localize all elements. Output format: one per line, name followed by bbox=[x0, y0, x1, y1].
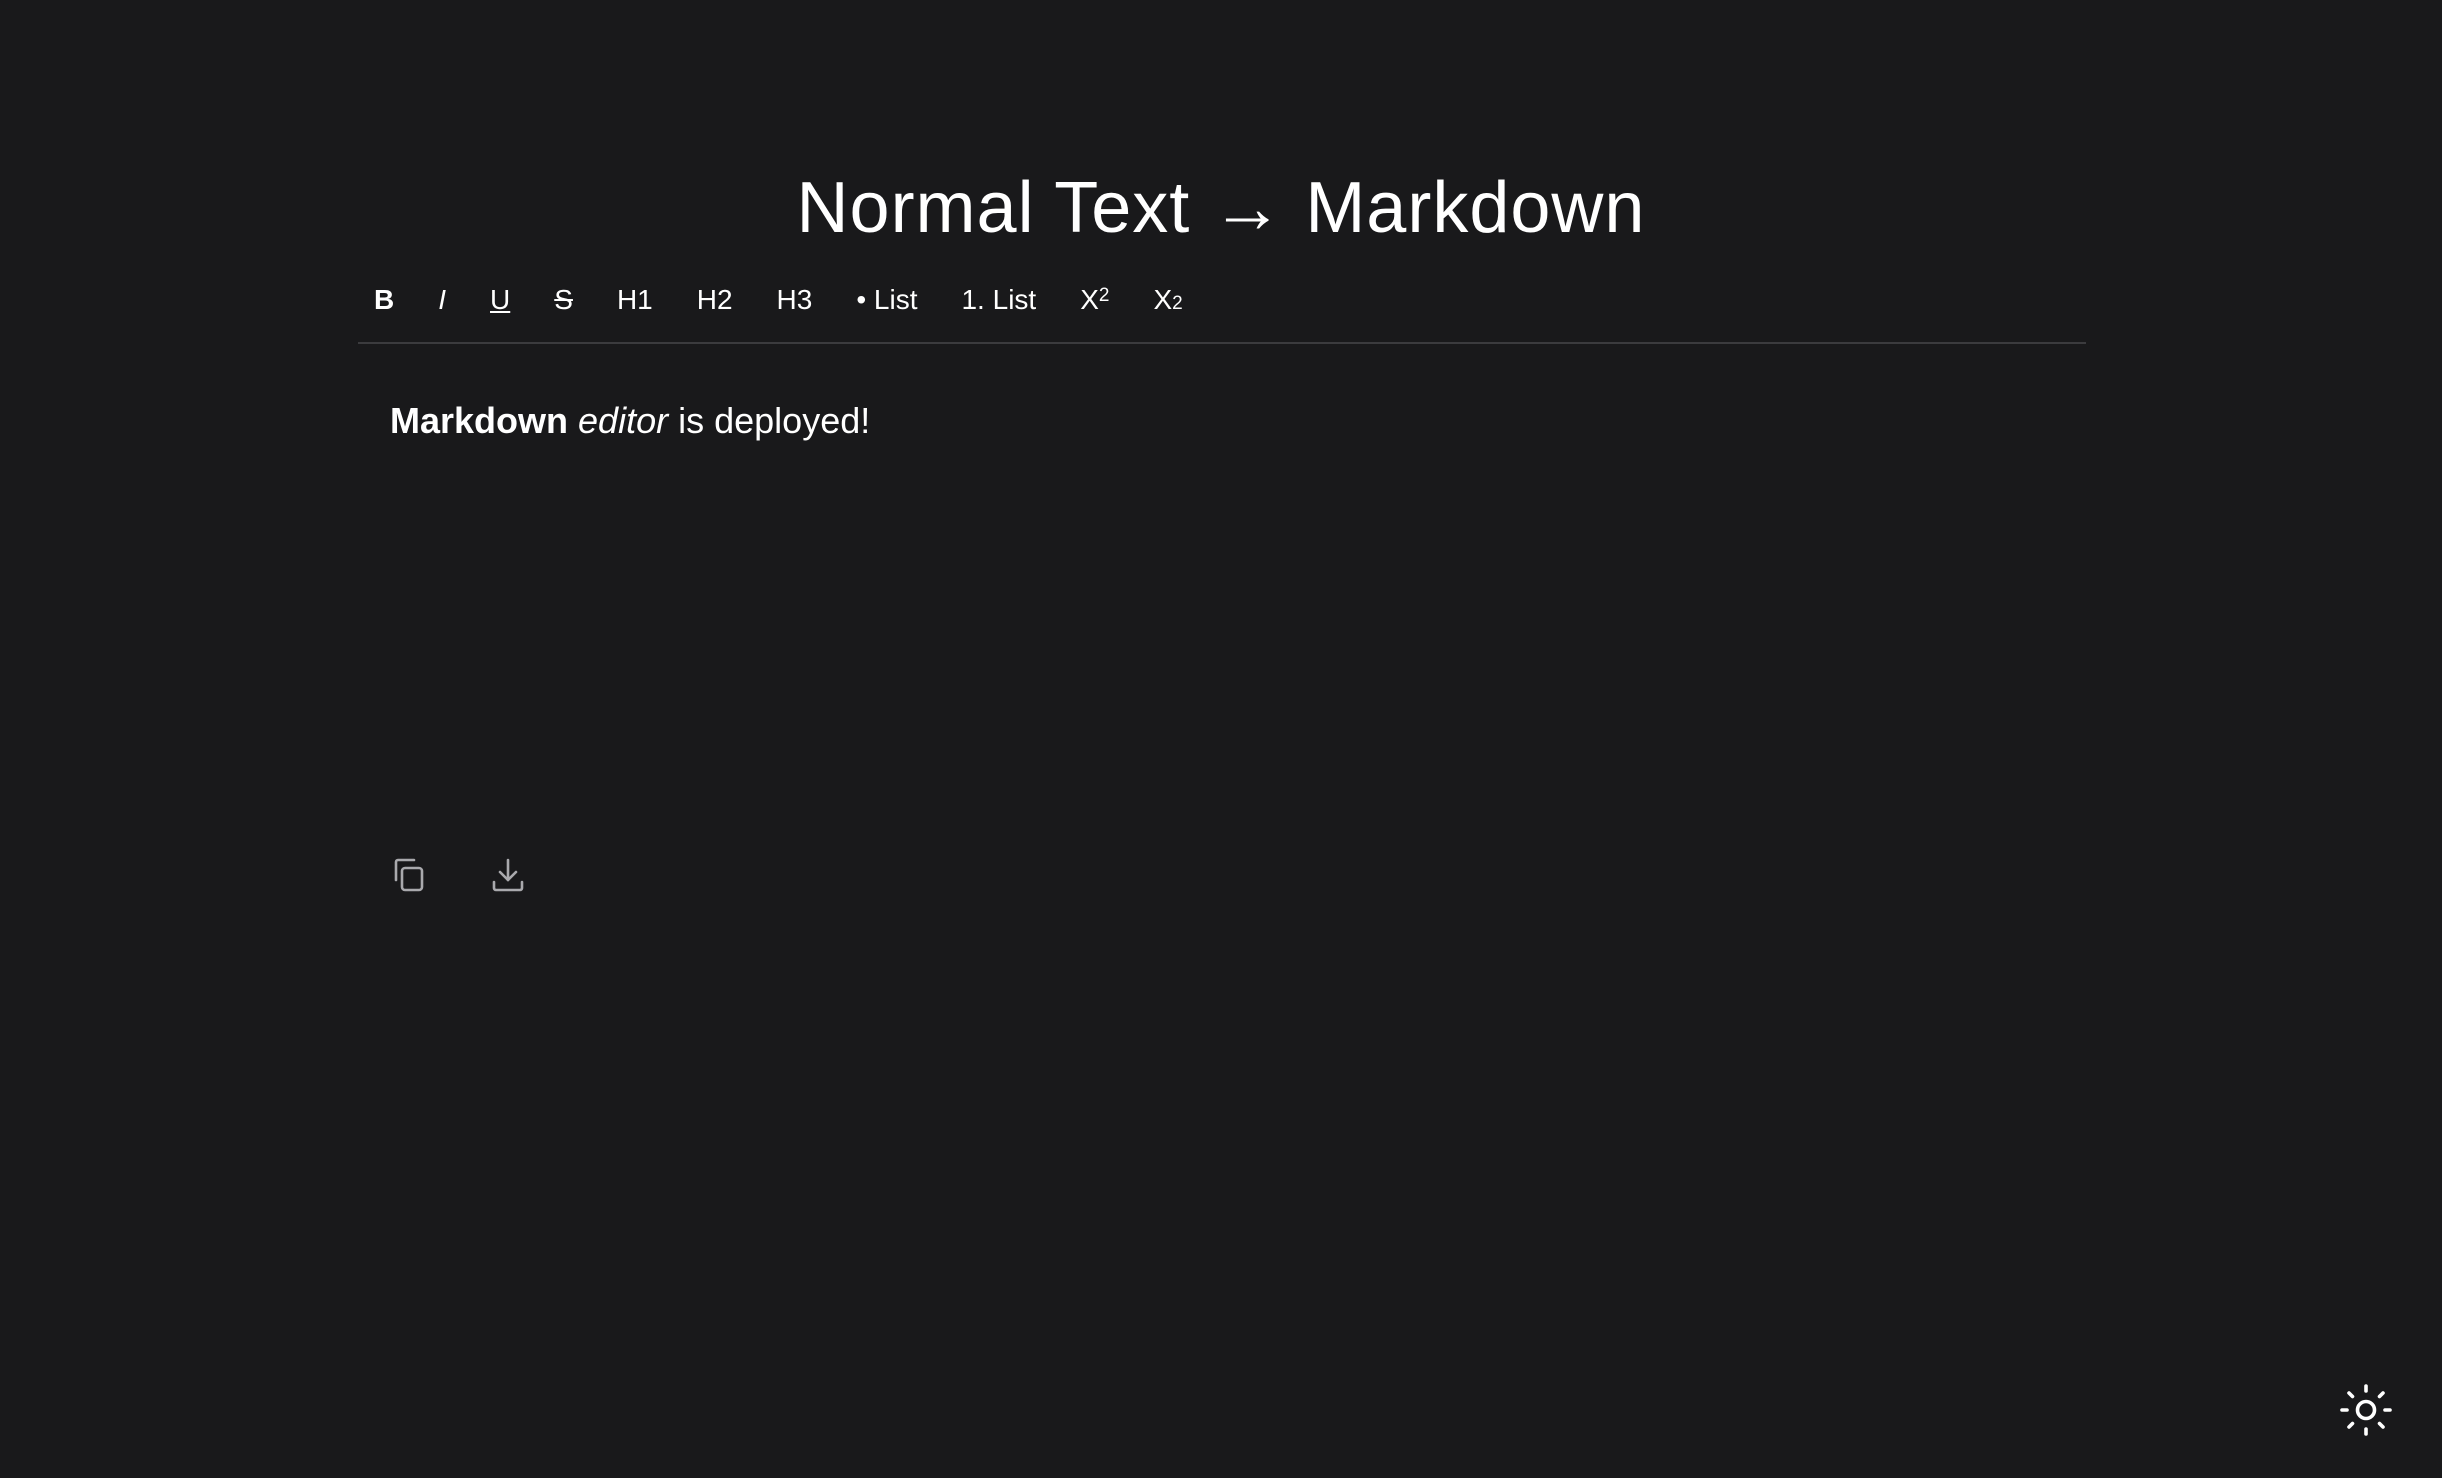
download-icon bbox=[492, 858, 524, 892]
heading-1-button[interactable]: H1 bbox=[601, 272, 669, 328]
sun-icon bbox=[2340, 1384, 2392, 1436]
editor-bold-text: Markdown bbox=[390, 400, 569, 441]
numbered-list-button[interactable]: 1. List bbox=[945, 272, 1052, 328]
strikethrough-button[interactable]: S bbox=[538, 272, 589, 328]
heading-2-button[interactable]: H2 bbox=[681, 272, 749, 328]
theme-toggle-button[interactable] bbox=[2338, 1382, 2394, 1438]
underline-button[interactable]: U bbox=[474, 272, 526, 328]
italic-button[interactable]: I bbox=[422, 272, 462, 328]
heading-3-button[interactable]: H3 bbox=[761, 272, 829, 328]
superscript-button[interactable]: X2 bbox=[1064, 272, 1125, 328]
bold-button[interactable]: B bbox=[358, 272, 410, 328]
page: Normal Text → Markdown B I U S H1 H2 H3 … bbox=[0, 0, 2442, 1478]
formatting-toolbar: B I U S H1 H2 H3 • List 1. List X2 X2 bbox=[358, 272, 2086, 344]
download-button[interactable] bbox=[488, 854, 528, 896]
subscript-base: X bbox=[1153, 284, 1173, 315]
editor-plain-text: is deployed! bbox=[678, 400, 871, 441]
copy-button[interactable] bbox=[388, 854, 428, 896]
subscript-button[interactable]: X2 bbox=[1137, 272, 1198, 328]
editor-actions bbox=[388, 854, 528, 896]
editor-area[interactable]: Markdown editor is deployed! bbox=[390, 388, 2070, 808]
editor-italic-text: editor bbox=[578, 400, 669, 441]
page-title: Normal Text → Markdown bbox=[796, 168, 1646, 249]
superscript-base: X bbox=[1080, 284, 1099, 315]
subscript-index: 2 bbox=[1172, 293, 1183, 314]
bullet-list-button[interactable]: • List bbox=[840, 272, 933, 328]
superscript-exponent: 2 bbox=[1098, 285, 1110, 306]
copy-icon bbox=[394, 858, 424, 892]
